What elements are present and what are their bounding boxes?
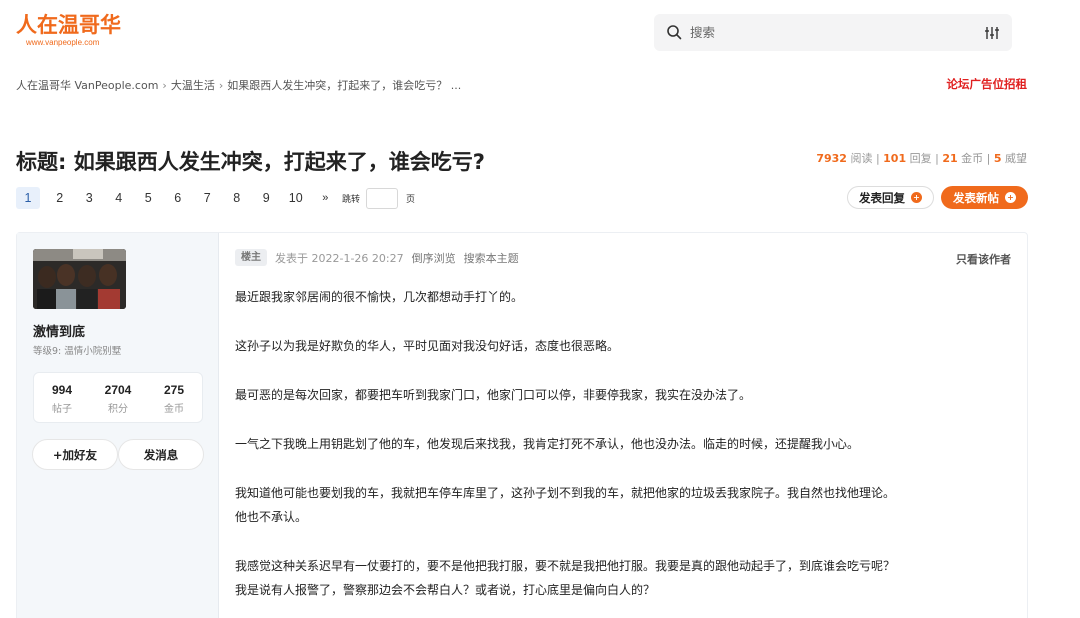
breadcrumb-home[interactable]: 人在温哥华 VanPeople.com [16, 79, 158, 92]
ad-rental-link[interactable]: 论坛广告位招租 [947, 76, 1028, 92]
coins-count: 21 [942, 152, 958, 165]
coins-label: 金币 [164, 404, 184, 415]
site-logo[interactable]: 人在温哥华 www.vanpeople.com [16, 12, 136, 52]
post-paragraph: 这孙子以为我是好欺负的华人，平时见面对我没句好话，态度也很恶略。 [235, 339, 620, 353]
replies-count: 101 [883, 152, 907, 165]
page-link-2[interactable]: 2 [45, 187, 75, 209]
page-link-5[interactable]: 5 [134, 187, 164, 209]
coins-label: 金币 [961, 152, 984, 165]
post-body: 最近跟我家邻居闹的很不愉快，几次都想动手打丫的。 这孙子以为我是好欺负的华人，平… [235, 285, 903, 618]
page-link-9[interactable]: 9 [252, 187, 282, 209]
avatar[interactable] [33, 249, 126, 309]
thread-stats: 7932 阅读 | 101 回复 | 21 金币 | 5 威望 [816, 152, 1027, 165]
posts-value: 994 [51, 383, 73, 397]
coins-value: 275 [163, 383, 185, 397]
breadcrumb-separator: › [218, 79, 224, 92]
breadcrumb-thread[interactable]: 如果跟西人发生冲突，打起来了，谁会吃亏？ ... [227, 79, 461, 92]
next-page-link[interactable]: » [311, 187, 341, 209]
search-bar [654, 14, 1012, 51]
breadcrumb-forum[interactable]: 大温生活 [171, 79, 215, 92]
plus-circle-icon: + [1005, 192, 1016, 203]
points-label: 积分 [108, 404, 128, 415]
page-link-1[interactable]: 1 [16, 187, 40, 209]
author-stats: 994 帖子 2704 积分 275 金币 [33, 372, 203, 423]
posts-label: 帖子 [52, 404, 72, 415]
op-badge: 楼主 [235, 249, 267, 266]
post-paragraph: 我知道他可能也要划我的车，我就把车停车库里了，这孙子划不到我的车，就把他家的垃圾… [235, 486, 896, 524]
views-label: 阅读 [850, 152, 873, 165]
page-link-3[interactable]: 3 [75, 187, 105, 209]
reply-button-label: 发表回复 [859, 190, 905, 205]
new-post-button-label: 发表新帖 [953, 190, 999, 205]
post-paragraph: 我感觉这种关系迟早有一仗要打的，要不是他把我打服，要不就是我把他打服。我要是真的… [235, 559, 896, 597]
jump-page-input[interactable] [366, 187, 399, 209]
avatar-image [33, 249, 126, 309]
reverse-order-link[interactable]: 倒序浏览 [412, 250, 456, 266]
author-coins[interactable]: 275 金币 [146, 373, 202, 422]
page-link-8[interactable]: 8 [222, 187, 252, 209]
search-input[interactable] [690, 22, 970, 43]
author-points[interactable]: 2704 积分 [90, 373, 146, 422]
author-posts[interactable]: 994 帖子 [34, 373, 90, 422]
jump-label: 跳转 [342, 194, 361, 205]
plus-circle-icon: + [911, 192, 922, 203]
page-link-7[interactable]: 7 [193, 187, 223, 209]
thread-title: 标题: 如果跟西人发生冲突，打起来了，谁会吃亏? [16, 150, 485, 174]
page-link-4[interactable]: 4 [104, 187, 134, 209]
author-level: 等级9: 温情小院别墅 [33, 346, 122, 357]
points-value: 2704 [104, 383, 132, 397]
search-icon[interactable] [666, 24, 682, 40]
logo-url: www.vanpeople.com [26, 38, 100, 47]
views-count: 7932 [816, 152, 847, 165]
logo-text: 人在温哥华 [16, 13, 121, 37]
filter-settings-icon[interactable] [984, 25, 1000, 41]
pagination: 1 2 3 4 5 6 7 8 9 10 » 跳转 页 [16, 187, 415, 209]
post-meta: 楼主 发表于 2022-1-26 20:27 倒序浏览 搜索本主题 [235, 249, 519, 266]
breadcrumb: 人在温哥华 VanPeople.com › 大温生活 › 如果跟西人发生冲突，打起来了，… [16, 77, 461, 93]
page-link-10[interactable]: 10 [281, 187, 311, 209]
prestige-count: 5 [993, 152, 1002, 165]
post-paragraph: 最可恶的是每次回家，都要把车听到我家门口，他家门口可以停，非要停我家，我实在没办… [235, 388, 752, 402]
page-link-6[interactable]: 6 [163, 187, 193, 209]
post-date: 发表于 2022-1-26 20:27 [275, 251, 404, 265]
new-post-button[interactable]: 发表新帖 + [941, 186, 1028, 209]
post-paragraph: 一气之下我晚上用钥匙划了他的车，他发现后来找我，我肯定打死不承认，他也没办法。临… [235, 437, 860, 451]
prestige-label: 威望 [1005, 152, 1027, 165]
reply-button[interactable]: 发表回复 + [847, 186, 934, 209]
search-thread-link[interactable]: 搜索本主题 [464, 250, 519, 266]
only-author-link[interactable]: 只看该作者 [956, 251, 1011, 267]
send-message-button[interactable]: 发消息 [118, 439, 204, 470]
author-sidebar: 激情到底 等级9: 温情小院别墅 994 帖子 2704 积分 275 金币 +… [17, 233, 219, 618]
author-name[interactable]: 激情到底 [33, 321, 85, 340]
breadcrumb-separator: › [162, 79, 167, 92]
post-container: 激情到底 等级9: 温情小院别墅 994 帖子 2704 积分 275 金币 +… [16, 232, 1028, 618]
replies-label: 回复 [909, 152, 932, 165]
add-friend-button[interactable]: +加好友 [32, 439, 118, 470]
page-label: 页 [406, 194, 416, 205]
post-paragraph: 最近跟我家邻居闹的很不愉快，几次都想动手打丫的。 [235, 290, 524, 304]
